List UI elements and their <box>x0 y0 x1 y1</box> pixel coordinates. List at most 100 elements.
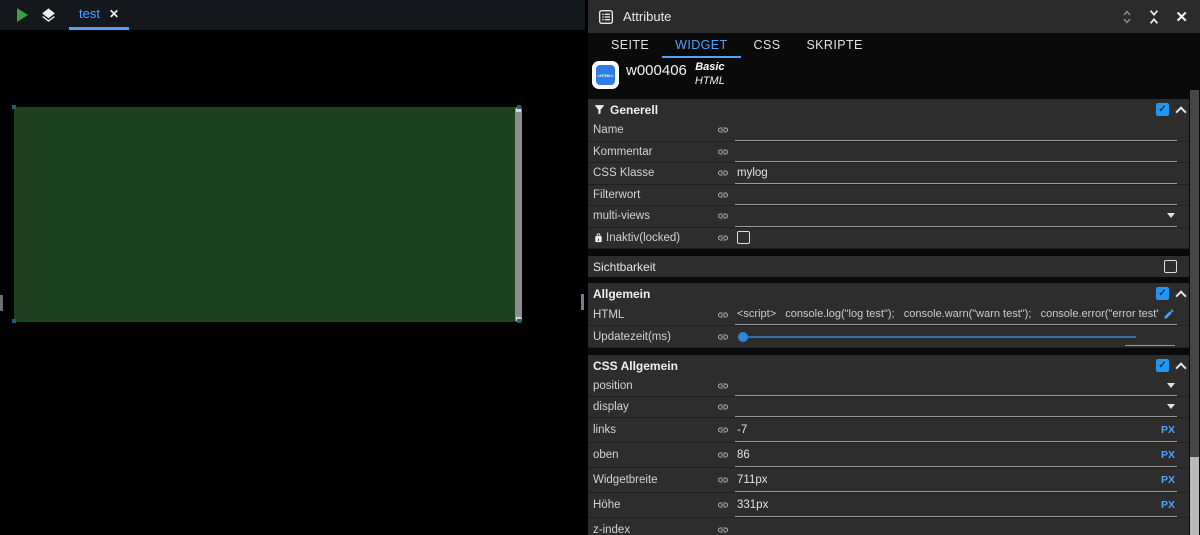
row-field[interactable]: -7 PX <box>735 418 1177 442</box>
section-title: Generell <box>610 103 658 117</box>
lock-icon <box>593 232 604 244</box>
chevron-up-icon[interactable] <box>1175 360 1187 372</box>
panel-tab-skripte[interactable]: SKRIPTE <box>793 38 875 58</box>
attribute-row: Kommentar <box>588 142 1189 164</box>
resize-handle-bottom-left[interactable] <box>12 319 16 323</box>
section-header[interactable]: Generell ✓ <box>588 99 1189 120</box>
tab-close-icon[interactable]: ✕ <box>109 7 119 21</box>
link-icon[interactable] <box>717 380 731 392</box>
row-field[interactable]: 331px PX <box>735 493 1177 517</box>
unit-label[interactable]: PX <box>1161 424 1175 436</box>
link-icon[interactable] <box>717 331 731 343</box>
link-icon[interactable] <box>717 167 731 179</box>
canvas-left-scrollbar-thumb[interactable] <box>0 295 3 311</box>
attribute-row: Höhe 331px PX <box>588 493 1189 518</box>
attribute-row: HTML <script> console.log("log test"); c… <box>588 304 1189 326</box>
row-label: Filterwort <box>593 189 717 201</box>
attribute-row: Name <box>588 120 1189 142</box>
link-icon[interactable] <box>717 499 731 511</box>
dropdown-caret-icon[interactable] <box>1167 404 1175 409</box>
link-icon[interactable] <box>717 524 731 535</box>
update-time-slider[interactable] <box>737 326 1175 347</box>
row-label: Höhe <box>593 499 717 511</box>
row-field[interactable] <box>735 185 1177 206</box>
row-field[interactable] <box>735 397 1177 417</box>
panel-stepper-icon[interactable] <box>1121 9 1133 25</box>
link-icon[interactable] <box>717 424 731 436</box>
panel-tab-css[interactable]: CSS <box>741 38 794 58</box>
unit-label[interactable]: PX <box>1161 449 1175 461</box>
link-icon[interactable] <box>717 232 731 244</box>
slider-track[interactable] <box>741 336 1136 338</box>
row-field[interactable] <box>735 206 1177 227</box>
html-widget-icon: <HTML> <box>592 61 619 89</box>
chevron-up-icon[interactable] <box>1175 288 1187 300</box>
chevron-up-icon[interactable] <box>1175 104 1187 116</box>
panel-tab-widget[interactable]: WIDGET <box>662 38 740 58</box>
row-field[interactable]: mylog <box>735 163 1177 184</box>
panel-tabs: SEITE WIDGET CSS SKRIPTE <box>598 38 876 58</box>
panel-title: Attribute <box>623 9 671 24</box>
selected-html-widget[interactable] <box>14 107 522 322</box>
field-value: mylog <box>737 167 768 179</box>
canvas-right-scrollbar-thumb[interactable] <box>581 294 584 310</box>
section-checkbox[interactable]: ✓ <box>1156 287 1169 300</box>
row-field[interactable] <box>735 142 1177 163</box>
page-tab-label: test <box>79 6 100 21</box>
link-icon[interactable] <box>717 449 731 461</box>
resize-handle-top-left[interactable] <box>12 105 16 109</box>
link-icon[interactable] <box>717 474 731 486</box>
dropdown-caret-icon[interactable] <box>1167 383 1175 388</box>
section-header[interactable]: Allgemein ✓ <box>588 283 1189 304</box>
row-label: multi-views <box>593 210 717 222</box>
section-header[interactable]: CSS Allgemein ✓ <box>588 355 1189 376</box>
resize-handle-top-right[interactable] <box>517 105 521 109</box>
row-field[interactable] <box>735 518 1177 535</box>
slider-value-input[interactable] <box>1125 345 1175 346</box>
link-icon[interactable] <box>717 124 731 136</box>
field-value: <script> console.log("log test"); consol… <box>737 308 1159 320</box>
panel-scrollbar-thumb[interactable] <box>1190 457 1199 535</box>
link-icon[interactable] <box>717 210 731 222</box>
link-icon[interactable] <box>717 401 731 413</box>
edit-icon[interactable] <box>1163 308 1175 320</box>
section-checkbox[interactable]: ✓ <box>1156 103 1169 116</box>
link-icon[interactable] <box>717 189 731 201</box>
attribute-row: CSS Klasse mylog <box>588 163 1189 185</box>
row-field[interactable] <box>735 376 1177 396</box>
link-icon[interactable] <box>717 146 731 158</box>
row-field[interactable]: ✓ <box>735 228 1177 249</box>
row-field[interactable]: 86 PX <box>735 443 1177 467</box>
row-label: Widgetbreite <box>593 474 717 486</box>
section-checkbox[interactable]: ✓ <box>1156 359 1169 372</box>
row-field[interactable]: <script> console.log("log test"); consol… <box>735 304 1177 325</box>
play-icon[interactable] <box>17 8 28 22</box>
link-icon[interactable] <box>717 309 731 321</box>
widget-identity: <HTML> w000406 Basic HTML <box>592 60 725 96</box>
section-checkbox[interactable]: ✓ <box>1164 260 1177 273</box>
field-value: 331px <box>737 499 768 511</box>
panel-collapse-icon[interactable] <box>1147 9 1161 25</box>
widget-scrollbar[interactable] <box>515 107 522 322</box>
slider-thumb[interactable] <box>738 332 748 342</box>
row-field[interactable] <box>735 326 1177 347</box>
section-bar[interactable]: Sichtbarkeit ✓ <box>588 256 1189 277</box>
field-value: 711px <box>737 474 767 486</box>
panel-scrollbar[interactable] <box>1190 90 1199 535</box>
page-tab-test[interactable]: test ✕ <box>69 0 129 30</box>
dropdown-caret-icon[interactable] <box>1167 213 1175 218</box>
attribute-row: display <box>588 397 1189 418</box>
widget-id: w000406 <box>626 62 687 79</box>
unit-label[interactable]: PX <box>1161 499 1175 511</box>
resize-handle-bottom-right[interactable] <box>517 319 521 323</box>
panel-tab-seite[interactable]: SEITE <box>598 38 662 58</box>
attribute-row: Widgetbreite 711px PX <box>588 468 1189 493</box>
row-label: CSS Klasse <box>593 167 717 179</box>
editor-canvas: test ✕ <box>0 0 585 535</box>
row-field[interactable] <box>735 120 1177 141</box>
unit-label[interactable]: PX <box>1161 474 1175 486</box>
row-checkbox[interactable]: ✓ <box>737 231 750 244</box>
layers-icon[interactable] <box>40 7 57 24</box>
panel-close-icon[interactable]: ✕ <box>1175 8 1188 26</box>
row-field[interactable]: 711px PX <box>735 468 1177 492</box>
